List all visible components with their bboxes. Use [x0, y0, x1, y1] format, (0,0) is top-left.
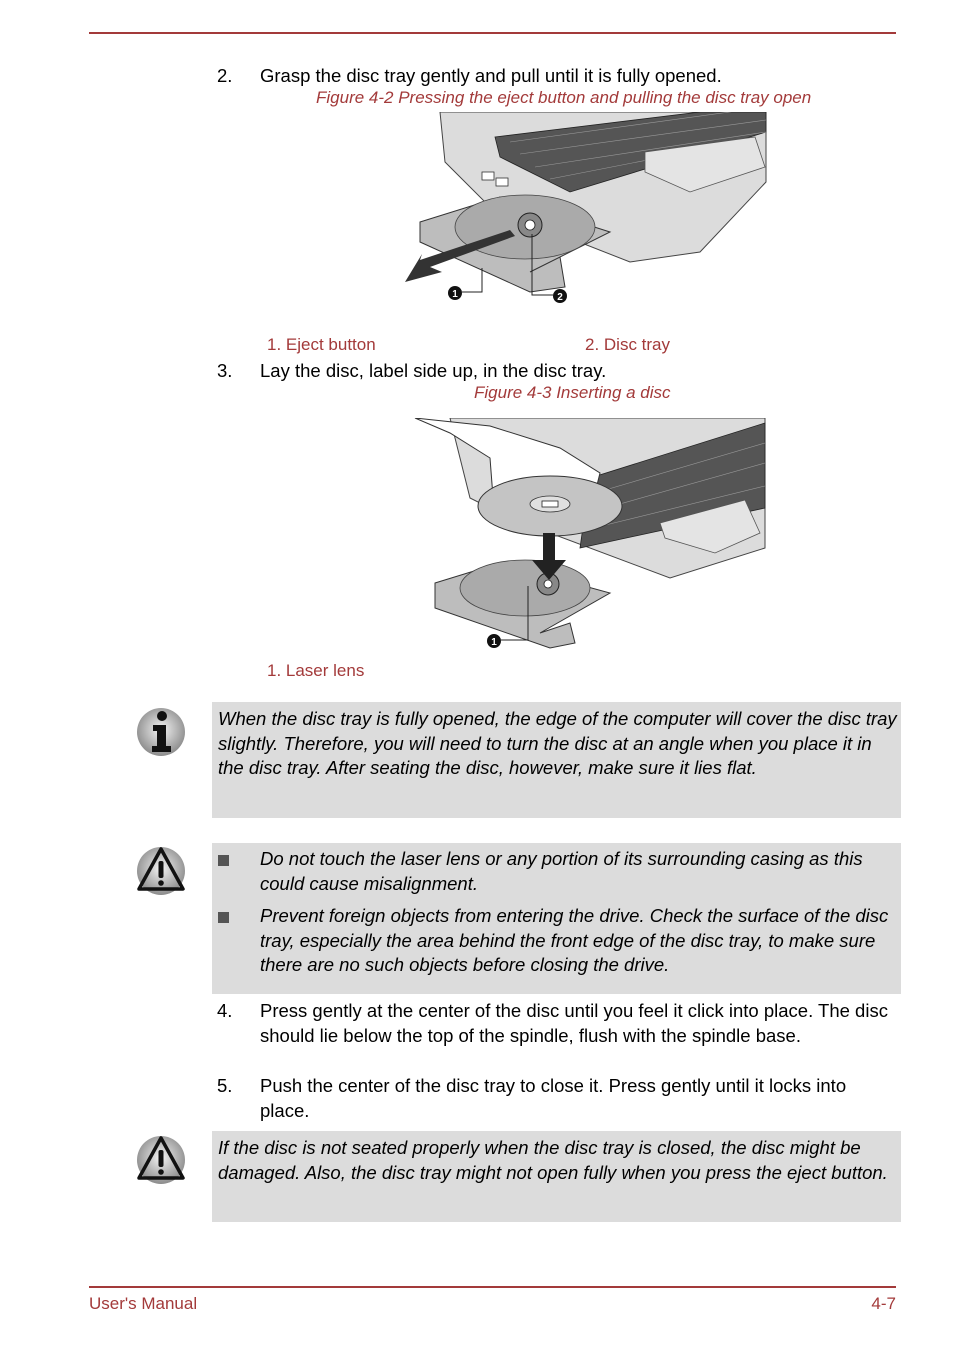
step-text: Lay the disc, label side up, in the disc… — [260, 360, 607, 381]
step-number: 2. — [217, 65, 233, 86]
caution-list-item: Do not touch the laser lens or any porti… — [212, 847, 901, 896]
svg-text:2: 2 — [557, 292, 563, 303]
warning-icon — [137, 1136, 185, 1184]
svg-text:1: 1 — [452, 289, 458, 300]
figure-caption: Figure 4-2 Pressing the eject button and… — [316, 88, 812, 107]
caution-note: If the disc is not seated properly when … — [212, 1131, 901, 1222]
step-4: 4. Press gently at the center of the dis… — [217, 998, 897, 1073]
step-number: 3. — [217, 360, 233, 381]
square-bullet-icon — [218, 855, 229, 866]
callout-1: 1 — [448, 268, 483, 300]
figure-legend-item: 1. Laser lens — [267, 661, 365, 680]
square-bullet-icon — [218, 912, 229, 923]
step-text: Push the center of the disc tray to clos… — [260, 1075, 847, 1121]
caution-item-text: Prevent foreign objects from entering th… — [260, 905, 889, 975]
footer-rule — [89, 1286, 896, 1288]
svg-text:1: 1 — [491, 637, 497, 648]
step-text: Press gently at the center of the disc u… — [260, 1000, 888, 1046]
figure-legend-item: 2. Disc tray — [585, 335, 671, 354]
footer-title: User's Manual — [89, 1294, 198, 1313]
caution-item-text: Do not touch the laser lens or any porti… — [260, 848, 863, 894]
note-text: If the disc is not seated properly when … — [218, 1137, 888, 1183]
info-icon — [137, 708, 185, 756]
figure-inserting-disc: 1 — [414, 418, 766, 649]
warning-icon — [137, 847, 185, 895]
figure-caption: Figure 4-3 Inserting a disc — [474, 383, 671, 402]
step-number: 4. — [217, 1000, 233, 1021]
step-text: Grasp the disc tray gently and pull unti… — [260, 65, 722, 86]
note-text: When the disc tray is fully opened, the … — [218, 708, 897, 778]
caution-list-item: Prevent foreign objects from entering th… — [212, 904, 901, 978]
header-rule — [89, 32, 896, 34]
step-number: 5. — [217, 1075, 233, 1096]
page-number: 4-7 — [871, 1294, 896, 1313]
disc-tray-illustration — [434, 559, 612, 649]
disc-tray-illustration — [419, 194, 612, 293]
figure-legend-item: 1. Eject button — [267, 335, 376, 354]
info-note: When the disc tray is fully opened, the … — [212, 702, 901, 818]
caution-list: Do not touch the laser lens or any porti… — [212, 847, 901, 978]
figure-eject-disc-tray: 1 2 — [405, 112, 767, 303]
caution-note: Do not touch the laser lens or any porti… — [212, 843, 901, 994]
